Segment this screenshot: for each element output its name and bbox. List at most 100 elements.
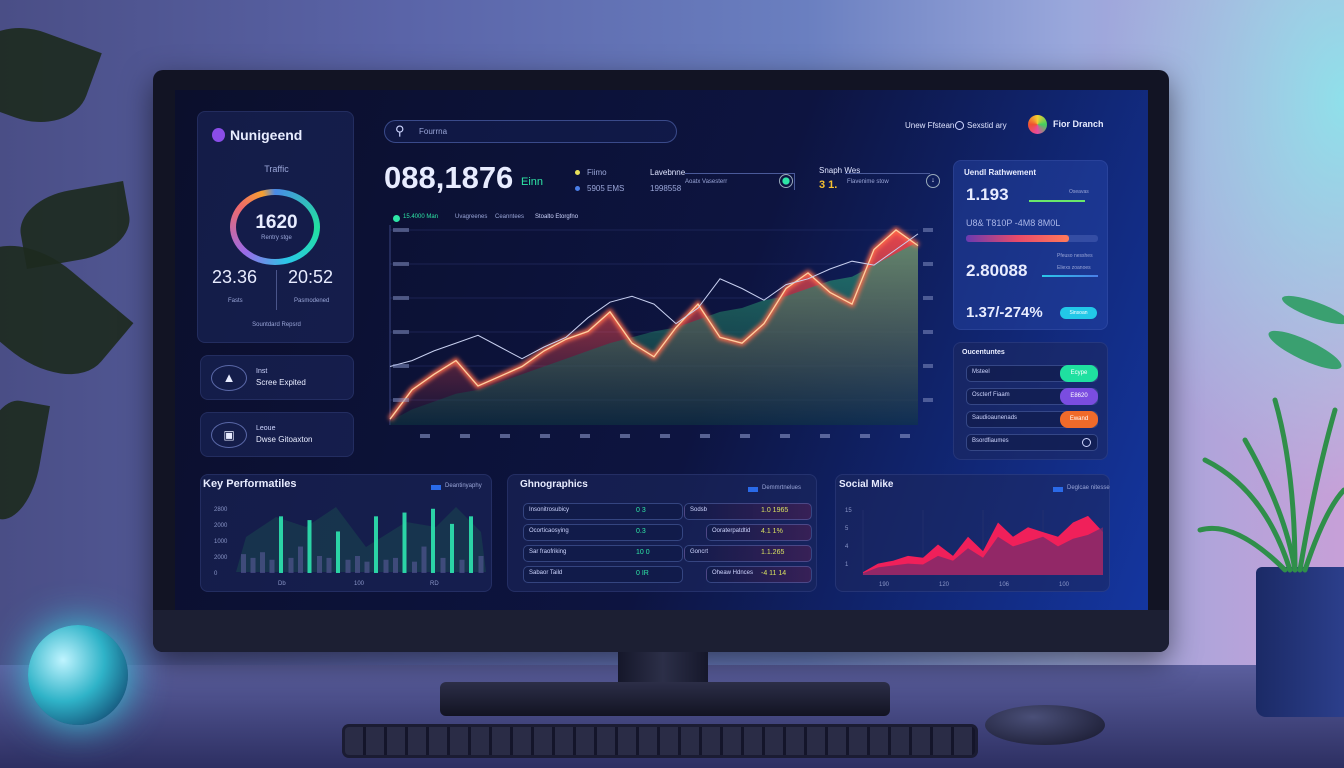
y-tick-label bbox=[393, 330, 409, 334]
opportunity-badge: Ewand bbox=[1060, 411, 1098, 428]
legend-label: Deantinyaphy bbox=[445, 483, 482, 489]
y-tick-label-right bbox=[923, 398, 933, 402]
x-tick-label bbox=[580, 434, 590, 438]
bar bbox=[288, 557, 294, 573]
progress-bar bbox=[966, 235, 1098, 242]
x-tick-label bbox=[780, 434, 790, 438]
metric-desc: U8& T810P -4M8 8M0L bbox=[966, 218, 1061, 228]
traffic-title: Traffic bbox=[264, 164, 289, 174]
card-title: Ghnographics bbox=[520, 479, 588, 490]
y-tick-label-right bbox=[923, 262, 933, 266]
side-item-title: Leoue bbox=[256, 425, 276, 432]
user-name[interactable]: Fior Dranch bbox=[1053, 119, 1104, 129]
row-value: 0.3 bbox=[636, 528, 646, 535]
row-label: Insonitrosubicy bbox=[529, 507, 570, 513]
x-tick-label bbox=[700, 434, 710, 438]
devices-icon: ▣ bbox=[211, 422, 247, 448]
bar bbox=[364, 561, 370, 573]
bar bbox=[307, 520, 312, 573]
legend-dot bbox=[575, 170, 580, 175]
circle-icon[interactable] bbox=[1082, 438, 1091, 447]
bar bbox=[345, 559, 351, 573]
x-tick-label bbox=[740, 434, 750, 438]
mouse bbox=[985, 705, 1105, 745]
social-card: Social Mike Deglcae nitesse 15 5 4 1 190 120 1… bbox=[835, 474, 1110, 592]
search-placeholder: Fourrna bbox=[419, 127, 448, 136]
stat-value: 20:52 bbox=[288, 267, 334, 287]
opportunity-row[interactable]: Bsordfiaumes bbox=[966, 434, 1098, 451]
y-tick-label bbox=[393, 296, 409, 300]
row-label: Ocorticaosying bbox=[529, 528, 569, 534]
side-item[interactable]: ▣ Leoue Dwse Gitoaxton bbox=[200, 412, 354, 457]
radio-icon[interactable] bbox=[955, 121, 964, 130]
y-tick-label: 5 bbox=[845, 526, 849, 532]
x-tick-label: 100 bbox=[354, 581, 365, 587]
opportunity-label: Oscterf Fiaam bbox=[972, 392, 1010, 398]
stat-label: Fasts bbox=[228, 298, 243, 304]
performance-card: Uendl Rathwement 1.193 Oseavas U8& T810P… bbox=[953, 160, 1108, 330]
status-toggle[interactable] bbox=[779, 174, 793, 188]
stat-label: Pasmodened bbox=[294, 298, 330, 304]
legend-dot bbox=[575, 186, 580, 191]
bar bbox=[374, 516, 378, 573]
metric-label: Pfeuso nesshes bbox=[1057, 253, 1093, 259]
demographic-row: Goncrt 1.1.265 bbox=[684, 545, 812, 562]
opportunity-row[interactable]: Msteel Ecype bbox=[966, 365, 1098, 382]
bar bbox=[440, 557, 446, 573]
row-label: Oheaw Hdnces bbox=[712, 570, 754, 576]
row-label: Sabaor Taild bbox=[529, 570, 563, 576]
opportunity-label: Saudioaunenads bbox=[972, 415, 1018, 421]
row-value: 1.1.265 bbox=[761, 549, 785, 556]
bar bbox=[269, 559, 275, 573]
plant-pot bbox=[1256, 567, 1344, 717]
metric-value: 2.80088 bbox=[966, 261, 1028, 280]
brand-logo-icon bbox=[212, 128, 225, 142]
side-item-subtitle: Scree Expited bbox=[256, 378, 306, 387]
main-chart bbox=[388, 225, 933, 438]
user-avatar[interactable] bbox=[1028, 115, 1047, 134]
demographics-card: Ghnographics Demmrtnelues Insonitrosubic… bbox=[507, 474, 817, 592]
traffic-card: Nunigeend Traffic 1620 Rentry stge 23.36… bbox=[197, 111, 354, 343]
info-icon[interactable]: ↓ bbox=[926, 174, 940, 188]
y-tick-label: 1 bbox=[845, 562, 849, 568]
field-value: 3 1. bbox=[819, 179, 838, 191]
row-label: Goncrt bbox=[690, 549, 709, 555]
legend-label: Uvagreenes bbox=[455, 214, 488, 220]
x-tick-label bbox=[420, 434, 430, 438]
row-value: 4.1 1% bbox=[761, 528, 783, 535]
brand-name: Nunigeend bbox=[230, 127, 303, 143]
search-input[interactable]: ⚲ Fourrna bbox=[384, 120, 677, 143]
upload-icon: ▲ bbox=[211, 365, 247, 391]
side-item[interactable]: ▲ Inst Scree Expited bbox=[200, 355, 354, 400]
bar bbox=[250, 557, 256, 573]
traffic-value: 1620 bbox=[255, 212, 298, 233]
opportunity-label: Bsordfiaumes bbox=[972, 438, 1009, 444]
key-performance-card: Key Performatiles Deantinyaphy 2800 2000 1… bbox=[200, 474, 492, 592]
x-tick-label bbox=[660, 434, 670, 438]
row-value: 10 0 bbox=[636, 549, 650, 556]
bar bbox=[383, 559, 389, 573]
bar bbox=[279, 516, 283, 573]
metric-label: Eliexs zoanoes bbox=[1057, 265, 1091, 271]
bar bbox=[317, 556, 322, 573]
key-performance-chart: 2800 2000 1000 2000 0 Db 100 RD bbox=[214, 507, 486, 587]
demographic-row: Sodsb 1.0 1965 bbox=[684, 503, 812, 520]
row-value: 0 3 bbox=[636, 507, 646, 514]
demographic-row: Ooraterpatdtid 4.1 1% bbox=[706, 524, 812, 541]
plant-right bbox=[1197, 295, 1344, 573]
row-value: -4 11 14 bbox=[761, 570, 787, 577]
bar bbox=[421, 546, 427, 573]
bar bbox=[241, 554, 246, 573]
opportunity-row[interactable]: Saudioaunenads Ewand bbox=[966, 411, 1098, 428]
opportunity-badge: Ecype bbox=[1060, 365, 1098, 382]
y-tick-label: 15 bbox=[845, 508, 852, 514]
demographic-row: Sar fraofriking 10 0 bbox=[523, 545, 683, 562]
y-tick-label bbox=[393, 228, 409, 232]
bar bbox=[298, 546, 303, 573]
opportunity-row[interactable]: Oscterf Fiaam E8620 bbox=[966, 388, 1098, 405]
header-link[interactable]: Sexstid ary bbox=[967, 121, 1007, 130]
header-link[interactable]: Unew Ffstean bbox=[905, 121, 954, 130]
x-tick-label: 100 bbox=[1059, 582, 1070, 588]
field-box[interactable]: Flavenime stow bbox=[845, 173, 930, 190]
bar bbox=[326, 557, 332, 573]
